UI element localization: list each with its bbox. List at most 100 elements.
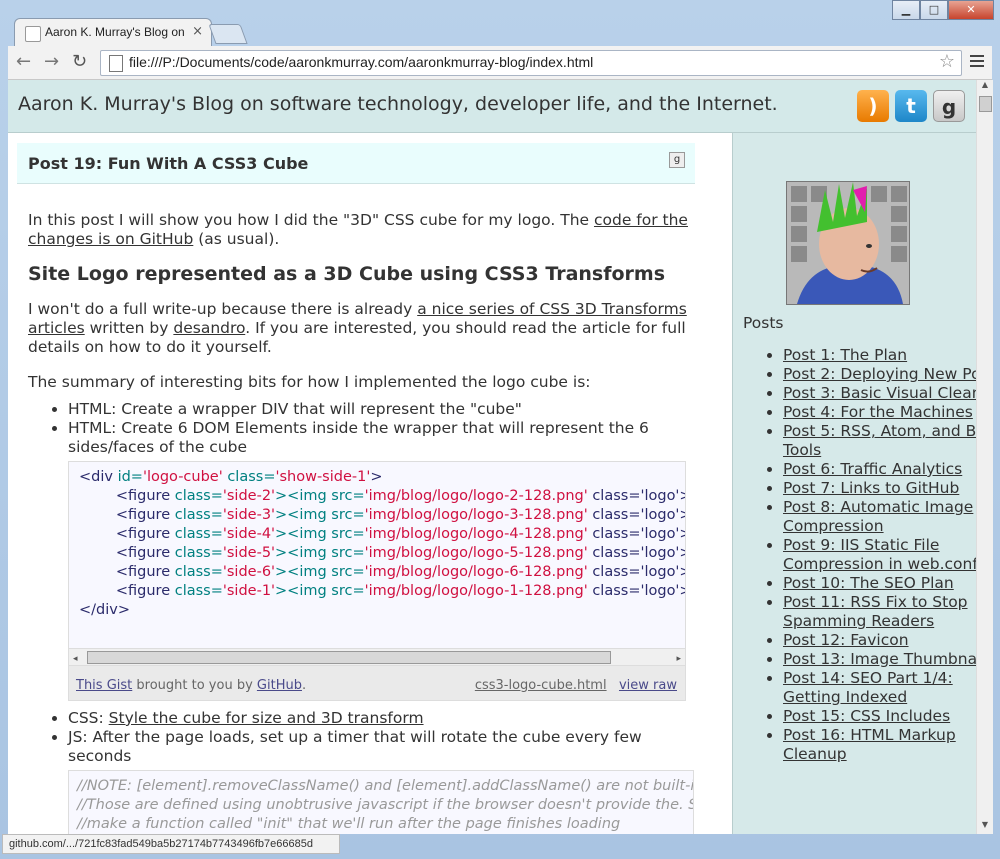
summary-list-2: CSS: Style the cube for size and 3D tran… [28,709,688,766]
sidebar-post-link[interactable]: Post 2: Deploying New Posts [783,365,976,383]
sidebar-post-item: Post 7: Links to GitHub [783,479,976,498]
gist-brought-text: brought to you by [132,678,257,693]
sidebar-post-link[interactable]: Post 15: CSS Includes [783,707,950,725]
sidebar-post-item: Post 1: The Plan [783,346,976,365]
sidebar-post-link[interactable]: Post 5: RSS, Atom, and Build Tools [783,422,976,459]
sidebar: Posts Post 1: The PlanPost 2: Deploying … [733,133,976,834]
sidebar-post-item: Post 2: Deploying New Posts [783,365,976,384]
summary-list: HTML: Create a wrapper DIV that will rep… [28,400,688,457]
page-icon [25,26,41,42]
scrollbar-thumb[interactable] [87,651,611,664]
github-link[interactable]: GitHub [257,678,302,693]
intro-paragraph: In this post I will show you how I did t… [28,211,688,249]
google-plus-badge-icon[interactable]: g [669,152,685,168]
bookmark-star-icon[interactable]: ☆ [939,51,955,72]
back-arrow-icon[interactable]: ← [16,51,31,72]
sidebar-post-link[interactable]: Post 14: SEO Part 1/4: Getting Indexed [783,669,953,706]
code-line: //make a function called "init" that we'… [77,816,621,832]
sidebar-post-item: Post 4: For the Machines [783,403,976,422]
sidebar-post-item: Post 14: SEO Part 1/4: Getting Indexed [783,669,976,707]
sidebar-post-link[interactable]: Post 6: Traffic Analytics [783,460,962,478]
intro-text: In this post I will show you how I did t… [28,211,594,229]
sidebar-post-item: Post 11: RSS Fix to Stop Spamming Reader… [783,593,976,631]
sidebar-post-link[interactable]: Post 3: Basic Visual Cleanup [783,384,976,402]
sidebar-post-link[interactable]: Post 4: For the Machines [783,403,973,421]
browser-tab[interactable]: Aaron K. Murray's Blog on × [14,18,212,47]
code-line: </div> [79,602,130,618]
post-body: In this post I will show you how I did t… [28,211,694,834]
page-viewport: Aaron K. Murray's Blog on software techn… [8,80,976,834]
this-gist-link[interactable]: This Gist [76,678,132,693]
sidebar-post-link[interactable]: Post 8: Automatic Image Compression [783,498,973,535]
list-item: HTML: Create 6 DOM Elements inside the w… [68,419,688,457]
scrollbar-thumb[interactable] [979,96,992,112]
posts-list: Post 1: The PlanPost 2: Deploying New Po… [743,346,976,764]
sidebar-post-link[interactable]: Post 9: IIS Static File Compression in w… [783,536,976,573]
site-header: Aaron K. Murray's Blog on software techn… [8,80,976,133]
code-line: <figure class='side-2'><img src='img/blo… [115,488,685,504]
posts-heading: Posts [743,314,784,332]
google-plus-icon[interactable]: g [933,90,965,122]
post-title[interactable]: Post 19: Fun With A CSS3 Cube [28,154,308,173]
writeup-text: I won't do a full write-up because there… [28,300,418,318]
list-item: JS: After the page loads, set up a timer… [68,728,688,766]
code-line: //NOTE: [element].removeClassName() and … [77,778,694,794]
forward-arrow-icon[interactable]: → [44,51,59,72]
rss-icon[interactable]: ) [857,90,889,122]
browser-toolbar: ← → ↻ file:///P:/Documents/code/aaronkmu… [8,46,992,80]
menu-icon[interactable] [970,52,984,70]
code-line: <figure class='side-1'><img src='img/blo… [115,583,685,599]
code-line: <figure class='side-5'><img src='img/blo… [115,545,685,561]
code-line: //Those are defined using unobtrusive ja… [77,797,694,813]
gist-file-link[interactable]: css3-logo-cube.html [475,678,607,693]
sidebar-post-item: Post 12: Favicon [783,631,976,650]
twitter-icon[interactable]: t [895,90,927,122]
view-raw-link[interactable]: view raw [619,678,677,693]
minimize-button[interactable]: ▁ [892,0,920,20]
sidebar-post-item: Post 6: Traffic Analytics [783,460,976,479]
sidebar-post-item: Post 9: IIS Static File Compression in w… [783,536,976,574]
intro-text-end: (as usual). [193,230,280,248]
gist-embed: <div id='logo-cube' class='show-side-1'>… [68,461,686,701]
sidebar-post-link[interactable]: Post 7: Links to GitHub [783,479,959,497]
desandro-link[interactable]: desandro [173,319,245,337]
section-heading: Site Logo represented as a 3D Cube using… [28,263,666,285]
code-line: <figure class='side-4'><img src='img/blo… [115,526,685,542]
maximize-button[interactable]: □ [920,0,948,20]
sidebar-post-item: Post 16: HTML Markup Cleanup [783,726,976,764]
gist-period: . [301,678,307,693]
gist-code: <div id='logo-cube' class='show-side-1'>… [69,462,685,648]
sidebar-post-link[interactable]: Post 16: HTML Markup Cleanup [783,726,956,763]
close-button[interactable]: ✕ [948,0,994,20]
sidebar-post-link[interactable]: Post 1: The Plan [783,346,907,364]
author-avatar[interactable] [786,181,910,305]
main-content: Post 19: Fun With A CSS3 Cube g In this … [8,133,733,834]
list-item: CSS: Style the cube for size and 3D tran… [68,709,688,728]
sidebar-post-link[interactable]: Post 12: Favicon [783,631,909,649]
sidebar-post-link[interactable]: Post 10: The SEO Plan [783,574,954,592]
bullet-text: CSS: [68,709,109,727]
js-gist-code: //NOTE: [element].removeClassName() and … [68,770,694,834]
new-tab-button[interactable] [208,24,248,44]
reload-icon[interactable]: ↻ [72,51,87,72]
sidebar-post-item: Post 5: RSS, Atom, and Build Tools [783,422,976,460]
status-bar: github.com/.../721fc83fad549ba5b27174b77… [2,834,340,854]
sidebar-post-item: Post 10: The SEO Plan [783,574,976,593]
horizontal-scrollbar[interactable]: ◂ ▸ [69,648,685,665]
tab-close-icon[interactable]: × [192,24,203,39]
tab-title: Aaron K. Murray's Blog on [45,25,185,39]
style-cube-link[interactable]: Style the cube for size and 3D transform [109,709,424,727]
address-url[interactable]: file:///P:/Documents/code/aaronkmurray.c… [129,54,593,70]
address-bar[interactable]: file:///P:/Documents/code/aaronkmurray.c… [100,50,962,76]
site-title[interactable]: Aaron K. Murray's Blog on software techn… [18,93,778,115]
sidebar-post-link[interactable]: Post 11: RSS Fix to Stop Spamming Reader… [783,593,968,630]
sidebar-post-item: Post 13: Image Thumbnails [783,650,976,669]
summary-paragraph: The summary of interesting bits for how … [28,373,591,391]
code-line: <figure class='side-6'><img src='img/blo… [115,564,685,580]
sidebar-post-link[interactable]: Post 13: Image Thumbnails [783,650,976,668]
title-bar: Aaron K. Murray's Blog on × ▁ □ ✕ [0,0,1000,47]
writeup-paragraph: I won't do a full write-up because there… [28,300,688,357]
sidebar-post-item: Post 15: CSS Includes [783,707,976,726]
writeup-text-mid: written by [84,319,174,337]
vertical-scrollbar[interactable]: ▲ ▼ [976,80,993,834]
